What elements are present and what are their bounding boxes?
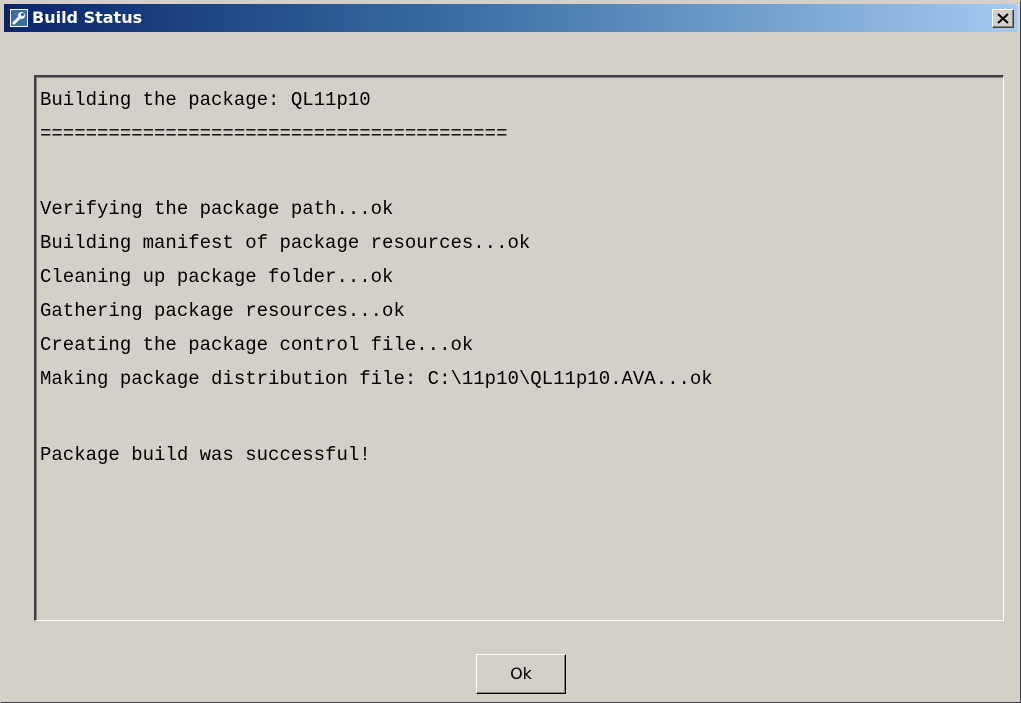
- build-status-dialog: Build Status Building the package: QL11p…: [0, 0, 1021, 703]
- title-bar[interactable]: Build Status: [4, 4, 1017, 32]
- log-line: Creating the package control file...ok: [40, 334, 474, 356]
- log-line: ========================================…: [40, 123, 508, 145]
- ok-button[interactable]: Ok: [476, 654, 566, 694]
- log-line: Gathering package resources...ok: [40, 300, 405, 322]
- log-line: Building the package: QL11p10: [40, 89, 371, 111]
- window-title: Build Status: [32, 8, 143, 27]
- log-line: Making package distribution file: C:\11p…: [40, 368, 713, 390]
- log-line: Verifying the package path...ok: [40, 198, 394, 220]
- log-line: Building manifest of package resources..…: [40, 232, 531, 254]
- log-line: Cleaning up package folder...ok: [40, 266, 394, 288]
- close-button[interactable]: [992, 9, 1014, 28]
- log-line: Package build was successful!: [40, 444, 371, 466]
- build-wrench-icon: [10, 9, 28, 27]
- build-log-output[interactable]: Building the package: QL11p10 ==========…: [34, 75, 1004, 621]
